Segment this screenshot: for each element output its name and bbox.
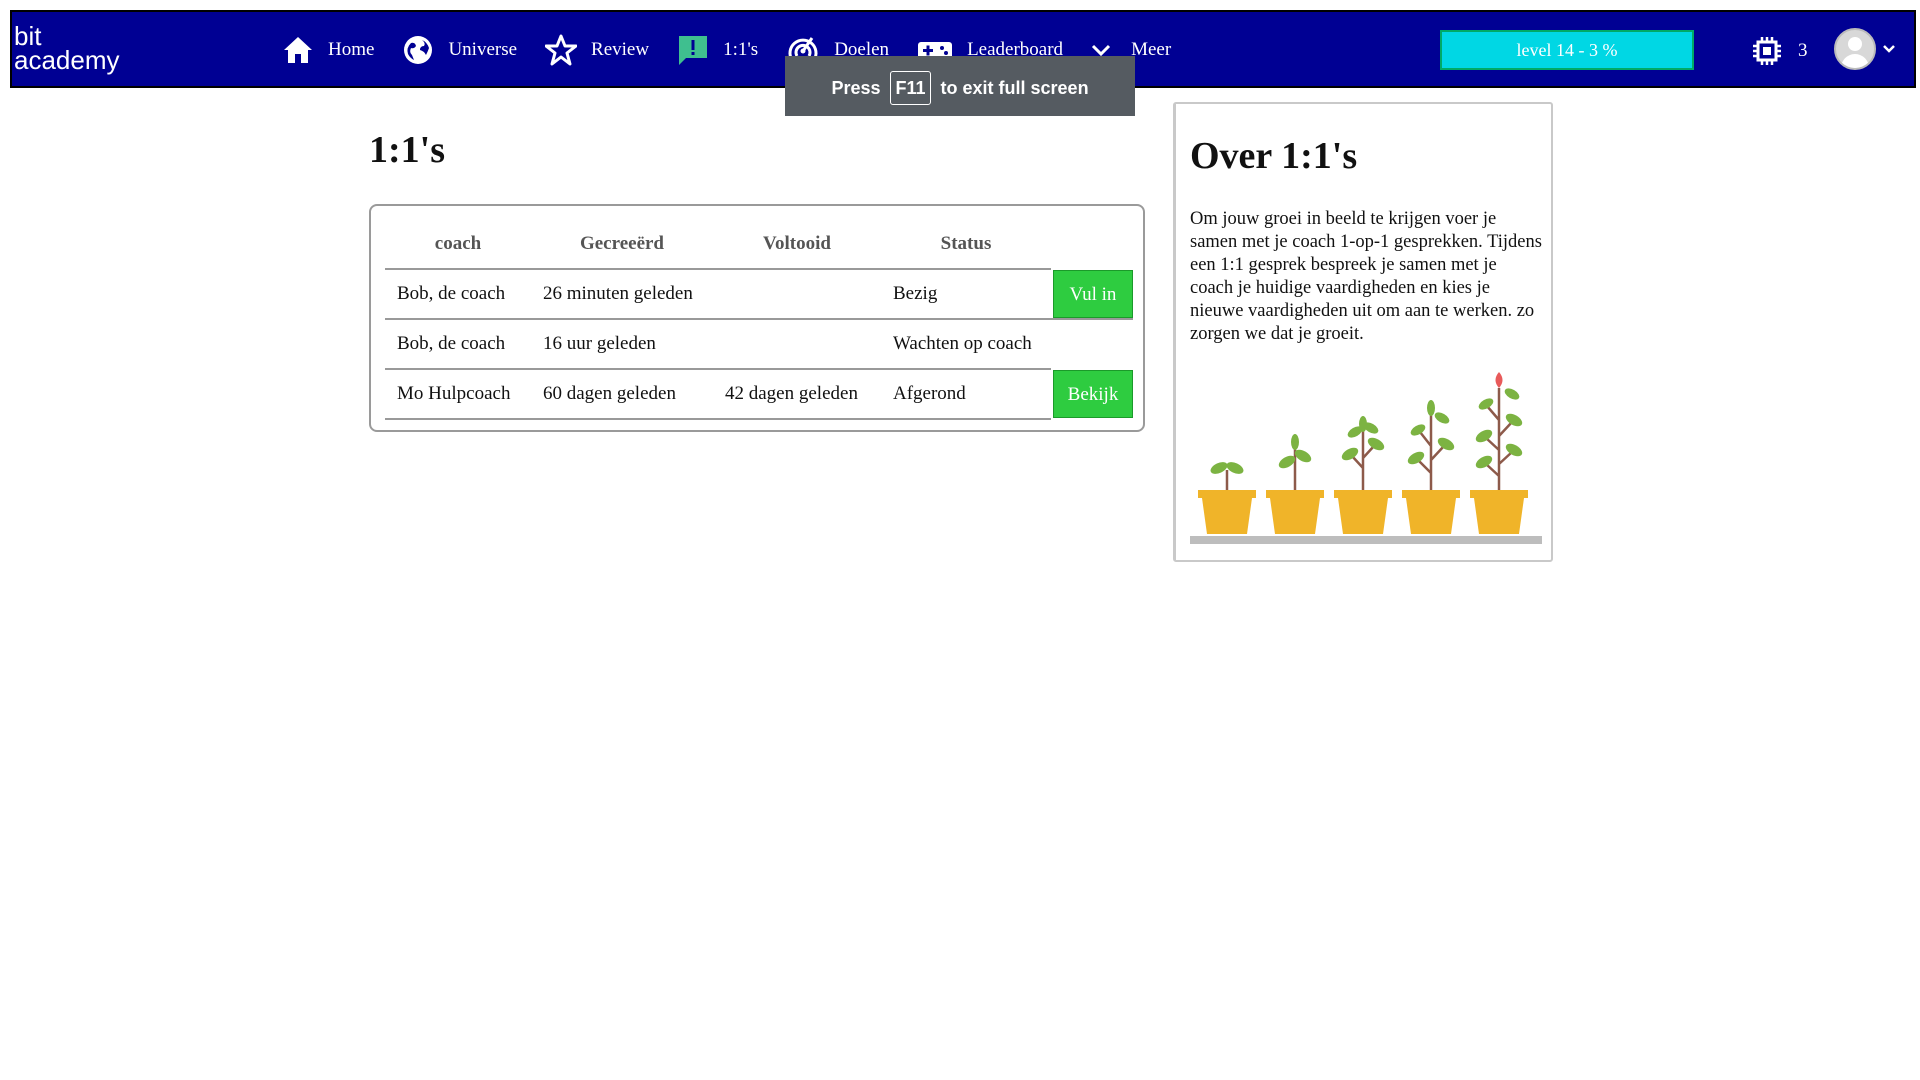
nav-item-review[interactable]: Review bbox=[545, 34, 649, 66]
chevron-down-icon bbox=[1883, 45, 1895, 53]
cell-completed bbox=[713, 318, 881, 369]
nav-item-label: Meer bbox=[1131, 39, 1172, 60]
cell-status: Bezig bbox=[881, 268, 1051, 319]
bit-academy-logo[interactable]: bit academy bbox=[14, 23, 120, 75]
side-card-title: Over 1:1's bbox=[1190, 135, 1358, 177]
nav-item-label: 1:1's bbox=[723, 39, 759, 60]
user-menu[interactable] bbox=[1834, 28, 1896, 70]
cell-created: 60 dagen geleden bbox=[531, 368, 713, 420]
cell-completed bbox=[713, 268, 881, 319]
one-on-ones-table: coach Gecreeërd Voltooid Status Bob, de … bbox=[385, 220, 1133, 420]
cell-coach: Mo Hulpcoach bbox=[385, 368, 531, 420]
fill-in-button[interactable]: Vul in bbox=[1053, 269, 1133, 318]
about-one-on-ones-card: Over 1:1's Om jouw groei in beeld te kri… bbox=[1173, 102, 1553, 562]
chip-count: 3 bbox=[1798, 40, 1808, 61]
fullscreen-exit-toast: Press F11 to exit full screen bbox=[785, 56, 1135, 116]
level-progress-badge[interactable]: level 14 - 3 % bbox=[1440, 30, 1694, 70]
growing-plants-illustration bbox=[1190, 372, 1542, 544]
cpu-chip-icon bbox=[1753, 37, 1781, 65]
globe-icon bbox=[404, 36, 433, 64]
cell-status: Wachten op coach bbox=[881, 318, 1051, 369]
nav-item-label: Home bbox=[328, 39, 375, 60]
column-header-created: Gecreeërd bbox=[579, 233, 665, 254]
nav-item-home[interactable]: Home bbox=[282, 35, 374, 65]
side-card-description: Om jouw groei in beeld te krijgen voer j… bbox=[1190, 209, 1542, 344]
table-row: Bob, de coach 26 minuten geleden Bezig V… bbox=[385, 268, 1133, 319]
cell-created: 26 minuten geleden bbox=[531, 268, 713, 319]
nav-item-label: Universe bbox=[448, 39, 518, 60]
table-row: Bob, de coach 16 uur geleden Wachten op … bbox=[385, 318, 1133, 369]
page-title: 1:1's bbox=[369, 129, 445, 171]
cell-completed: 42 dagen geleden bbox=[713, 368, 881, 420]
avatar bbox=[1834, 28, 1876, 70]
toast-text-after: to exit full screen bbox=[940, 77, 1089, 98]
cell-coach: Bob, de coach bbox=[385, 318, 531, 369]
column-header-action bbox=[1051, 220, 1133, 269]
column-header-status: Status bbox=[940, 233, 992, 254]
cell-action bbox=[1051, 318, 1133, 369]
nav-item-one-on-ones[interactable]: 1:1's bbox=[677, 34, 758, 66]
home-icon bbox=[284, 37, 312, 63]
view-button[interactable]: Bekijk bbox=[1053, 370, 1133, 418]
nav-item-label: Review bbox=[591, 39, 650, 60]
cell-coach: Bob, de coach bbox=[385, 268, 531, 319]
cell-action: Bekijk bbox=[1051, 369, 1133, 419]
column-header-completed: Voltooid bbox=[763, 233, 831, 254]
one-on-ones-table-card: coach Gecreeërd Voltooid Status Bob, de … bbox=[369, 204, 1145, 432]
cell-status: Afgerond bbox=[881, 368, 1051, 420]
cell-action: Vul in bbox=[1051, 269, 1133, 319]
toast-text-before: Press bbox=[831, 77, 881, 98]
table-row: Mo Hulpcoach 60 dagen geleden 42 dagen g… bbox=[385, 368, 1133, 420]
chip-counter[interactable]: 3 bbox=[1752, 36, 1808, 66]
cell-created: 16 uur geleden bbox=[531, 318, 713, 369]
chevron-down-icon bbox=[1092, 44, 1111, 57]
table-header-row: coach Gecreeërd Voltooid Status bbox=[385, 220, 1133, 269]
star-icon bbox=[545, 34, 578, 66]
logo-line-2: academy bbox=[14, 45, 120, 75]
column-header-coach: coach bbox=[434, 233, 482, 254]
nav-item-universe[interactable]: Universe bbox=[402, 34, 517, 66]
toast-key: F11 bbox=[890, 71, 931, 105]
chat-alert-icon bbox=[679, 36, 708, 65]
